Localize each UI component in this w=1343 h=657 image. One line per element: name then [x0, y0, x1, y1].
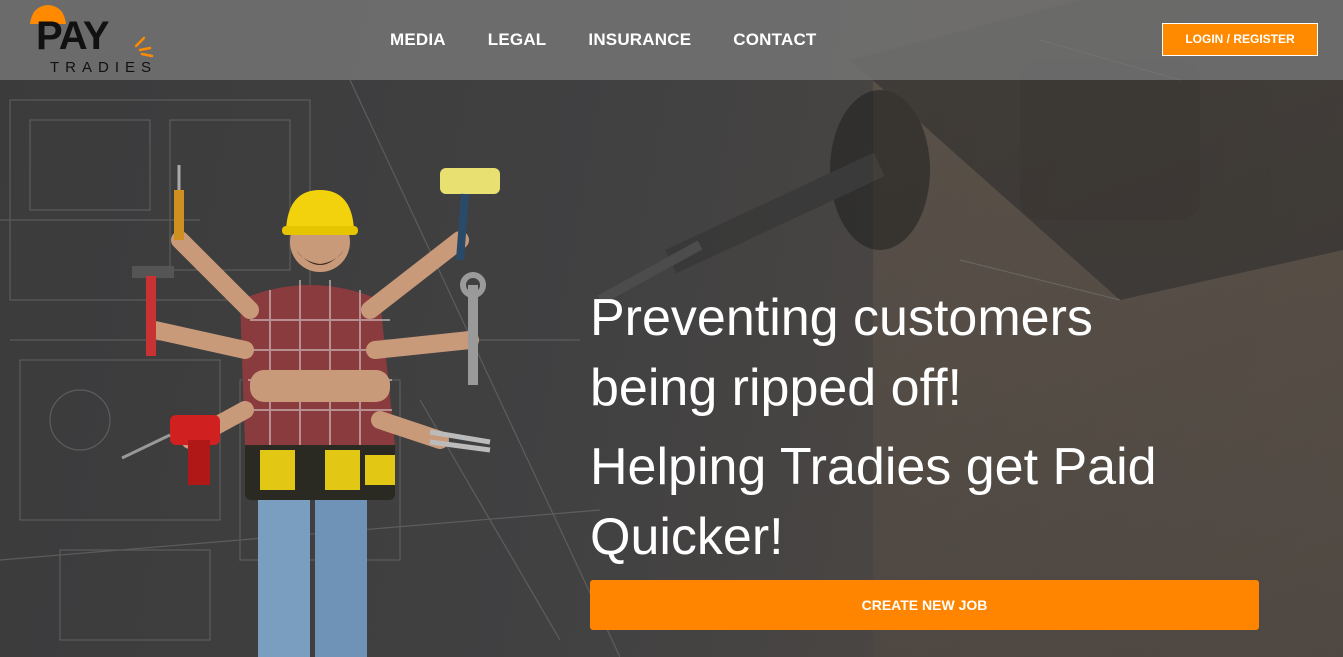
nav-item-legal[interactable]: LEGAL — [488, 28, 547, 52]
tradesman-with-tools-icon — [121, 165, 500, 657]
paytradies-logo[interactable]: PAY TRADIES — [28, 2, 163, 80]
spark-icon — [134, 36, 154, 58]
logo-text-primary: PAY — [36, 14, 110, 58]
top-header: PAY TRADIES MEDIA LEGAL INSURANCE CONTAC… — [0, 0, 1343, 80]
hero-headline-tradies: Helping Tradies get Paid Quicker! — [590, 438, 1157, 566]
main-nav: MEDIA LEGAL INSURANCE CONTACT — [390, 28, 859, 52]
login-register-button[interactable]: LOGIN / REGISTER — [1162, 23, 1318, 56]
hero-headline-customers: Preventing customers being ripped off! — [590, 289, 1093, 417]
nav-item-media[interactable]: MEDIA — [390, 28, 446, 52]
nav-item-insurance[interactable]: INSURANCE — [588, 28, 691, 52]
create-new-job-button[interactable]: CREATE NEW JOB — [590, 580, 1259, 630]
nav-item-contact[interactable]: CONTACT — [733, 28, 816, 52]
logo-text-secondary: TRADIES — [50, 59, 158, 76]
